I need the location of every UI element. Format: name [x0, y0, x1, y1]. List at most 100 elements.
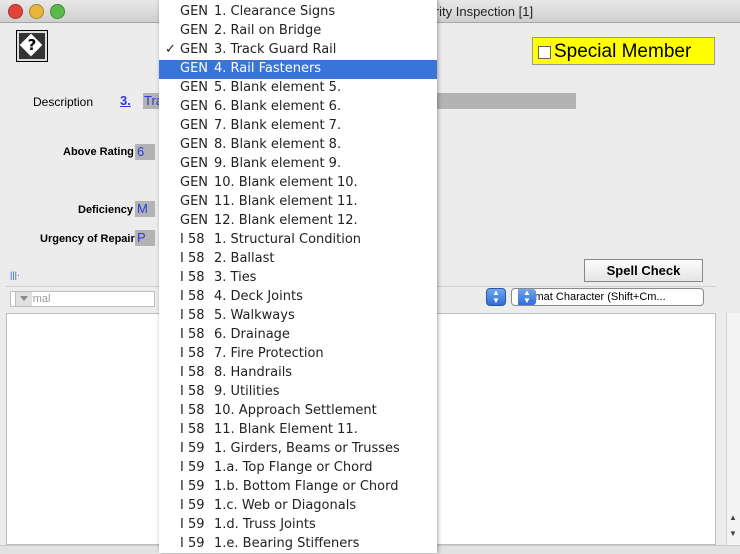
special-member-label: Special Member — [554, 41, 692, 62]
chevron-down-icon — [15, 292, 32, 306]
menu-item-label: 1. Structural Condition — [214, 232, 362, 247]
menu-item-label: 1. Clearance Signs — [214, 4, 336, 19]
checkbox-box[interactable] — [538, 46, 551, 59]
above-rating-label: Above Rating — [63, 146, 134, 158]
zoom-window-button[interactable] — [50, 4, 65, 19]
menu-item-code: I 58 — [180, 365, 205, 380]
menu-item[interactable]: I 58 10. Approach Settlement — [159, 402, 437, 421]
menu-item[interactable]: GEN 11. Blank element 11. — [159, 193, 437, 212]
menu-item-label: 4. Rail Fasteners — [214, 61, 322, 76]
urgency-field[interactable]: P — [135, 230, 155, 246]
urgency-label: Urgency of Repair — [40, 233, 135, 245]
menu-item[interactable]: I 58 6. Drainage — [159, 326, 437, 345]
special-member-checkbox[interactable]: Special Member — [532, 37, 715, 65]
menu-item[interactable]: I 58 4. Deck Joints — [159, 288, 437, 307]
spell-check-button[interactable]: Spell Check — [584, 259, 703, 282]
menu-item[interactable]: GEN 5. Blank element 5. — [159, 79, 437, 98]
menu-item-code: GEN — [180, 137, 209, 152]
menu-item-code: I 58 — [180, 403, 205, 418]
menu-item-label: 11. Blank Element 11. — [214, 422, 358, 437]
menu-item-code: I 58 — [180, 270, 205, 285]
menu-item-code: I 59 — [180, 479, 205, 494]
menu-item-label: 1.b. Bottom Flange or Chord — [214, 479, 399, 494]
description-label: Description — [33, 95, 94, 109]
menu-item-label: 9. Blank element 9. — [214, 156, 342, 171]
menu-item-label: 6. Drainage — [214, 327, 290, 342]
menu-item-label: 12. Blank element 12. — [214, 213, 358, 228]
menu-item[interactable]: GEN 2. Rail on Bridge — [159, 22, 437, 41]
menu-item-label: 8. Blank element 8. — [214, 137, 342, 152]
menu-item[interactable]: I 58 11. Blank Element 11. — [159, 421, 437, 440]
paragraph-style-select[interactable]: Normal — [10, 291, 155, 307]
menu-item-label: 5. Walkways — [214, 308, 295, 323]
menu-item[interactable]: GEN 1. Clearance Signs — [159, 3, 437, 22]
menu-item[interactable]: I 58 1. Structural Condition — [159, 231, 437, 250]
menu-item[interactable]: I 58 8. Handrails — [159, 364, 437, 383]
close-window-button[interactable] — [8, 4, 23, 19]
menu-item-code: I 59 — [180, 460, 205, 475]
vertical-scrollbar[interactable]: ▲ ▼ — [726, 313, 740, 545]
menu-item-code: I 58 — [180, 232, 205, 247]
menu-item-label: 2. Ballast — [214, 251, 275, 266]
menu-item-code: GEN — [180, 213, 209, 228]
menu-item[interactable]: I 59 1.a. Top Flange or Chord — [159, 459, 437, 478]
menu-item-label: 8. Handrails — [214, 365, 293, 380]
deficiency-label: Deficiency — [78, 204, 134, 216]
format-stepper[interactable]: ▲ ▼ — [486, 288, 506, 306]
menu-item-code: GEN — [180, 156, 209, 171]
menu-item[interactable]: I 58 3. Ties — [159, 269, 437, 288]
menu-item-code: I 58 — [180, 251, 205, 266]
menu-item[interactable]: ✓ GEN 3. Track Guard Rail — [159, 41, 437, 60]
menu-item[interactable]: I 58 2. Ballast — [159, 250, 437, 269]
menu-item[interactable]: I 59 1.d. Truss Joints — [159, 516, 437, 535]
menu-item-label: 1. Girders, Beams or Trusses — [214, 441, 400, 456]
menu-item-code: I 58 — [180, 327, 205, 342]
menu-item[interactable]: I 59 1.c. Web or Diagonals — [159, 497, 437, 516]
menu-item-code: GEN — [180, 194, 209, 209]
menu-item-label: 2. Rail on Bridge — [214, 23, 322, 38]
element-dropdown-menu: GEN 1. Clearance Signs GEN 2. Rail on Bridg… — [159, 0, 437, 553]
menu-item-code: GEN — [180, 42, 209, 57]
menu-item-code: GEN — [180, 80, 209, 95]
menu-item-code: I 58 — [180, 422, 205, 437]
menu-item-code: I 59 — [180, 536, 205, 551]
menu-item-label: 10. Blank element 10. — [214, 175, 358, 190]
menu-item-code: I 59 — [180, 498, 205, 513]
menu-item[interactable]: I 58 5. Walkways — [159, 307, 437, 326]
help-button[interactable]: ? — [16, 30, 48, 62]
menu-item-code: I 58 — [180, 384, 205, 399]
ruler-marker-icon[interactable]: |||· — [10, 270, 20, 280]
menu-item[interactable]: I 58 7. Fire Protection — [159, 345, 437, 364]
description-number-link[interactable]: 3. — [120, 93, 131, 108]
menu-item-label: 1.d. Truss Joints — [214, 517, 316, 532]
deficiency-field[interactable]: M — [135, 201, 155, 217]
menu-item[interactable]: GEN 9. Blank element 9. — [159, 155, 437, 174]
scroll-down-icon[interactable]: ▼ — [729, 529, 737, 538]
scroll-up-icon[interactable]: ▲ — [729, 513, 737, 522]
menu-item-label: 5. Blank element 5. — [214, 80, 342, 95]
menu-item[interactable]: GEN 12. Blank element 12. — [159, 212, 437, 231]
menu-item[interactable]: I 59 1. Girders, Beams or Trusses — [159, 440, 437, 459]
menu-item-label: 4. Deck Joints — [214, 289, 303, 304]
menu-item-label: 3. Track Guard Rail — [214, 42, 337, 57]
menu-item-label: 1.e. Bearing Stiffeners — [214, 536, 360, 551]
menu-item-code: I 59 — [180, 517, 205, 532]
updown-arrows-icon: ▲ ▼ — [518, 289, 536, 305]
menu-item[interactable]: I 59 1.b. Bottom Flange or Chord — [159, 478, 437, 497]
menu-item[interactable]: I 59 1.e. Bearing Stiffeners — [159, 535, 437, 553]
menu-item[interactable]: GEN 4. Rail Fasteners — [159, 60, 437, 79]
menu-item-code: I 58 — [180, 346, 205, 361]
above-rating-field[interactable]: 6 — [135, 144, 155, 160]
menu-item-label: 7. Fire Protection — [214, 346, 324, 361]
menu-item[interactable]: GEN 6. Blank element 6. — [159, 98, 437, 117]
menu-item-code: GEN — [180, 118, 209, 133]
menu-item-label: 10. Approach Settlement — [214, 403, 377, 418]
menu-item-label: 1.a. Top Flange or Chord — [214, 460, 373, 475]
menu-item[interactable]: GEN 8. Blank element 8. — [159, 136, 437, 155]
minimize-window-button[interactable] — [29, 4, 44, 19]
menu-item[interactable]: I 58 9. Utilities — [159, 383, 437, 402]
menu-item[interactable]: GEN 7. Blank element 7. — [159, 117, 437, 136]
format-character-select[interactable]: Format Character (Shift+Cm... ▲ ▼ — [511, 288, 704, 306]
menu-item-label: 9. Utilities — [214, 384, 280, 399]
menu-item[interactable]: GEN 10. Blank element 10. — [159, 174, 437, 193]
